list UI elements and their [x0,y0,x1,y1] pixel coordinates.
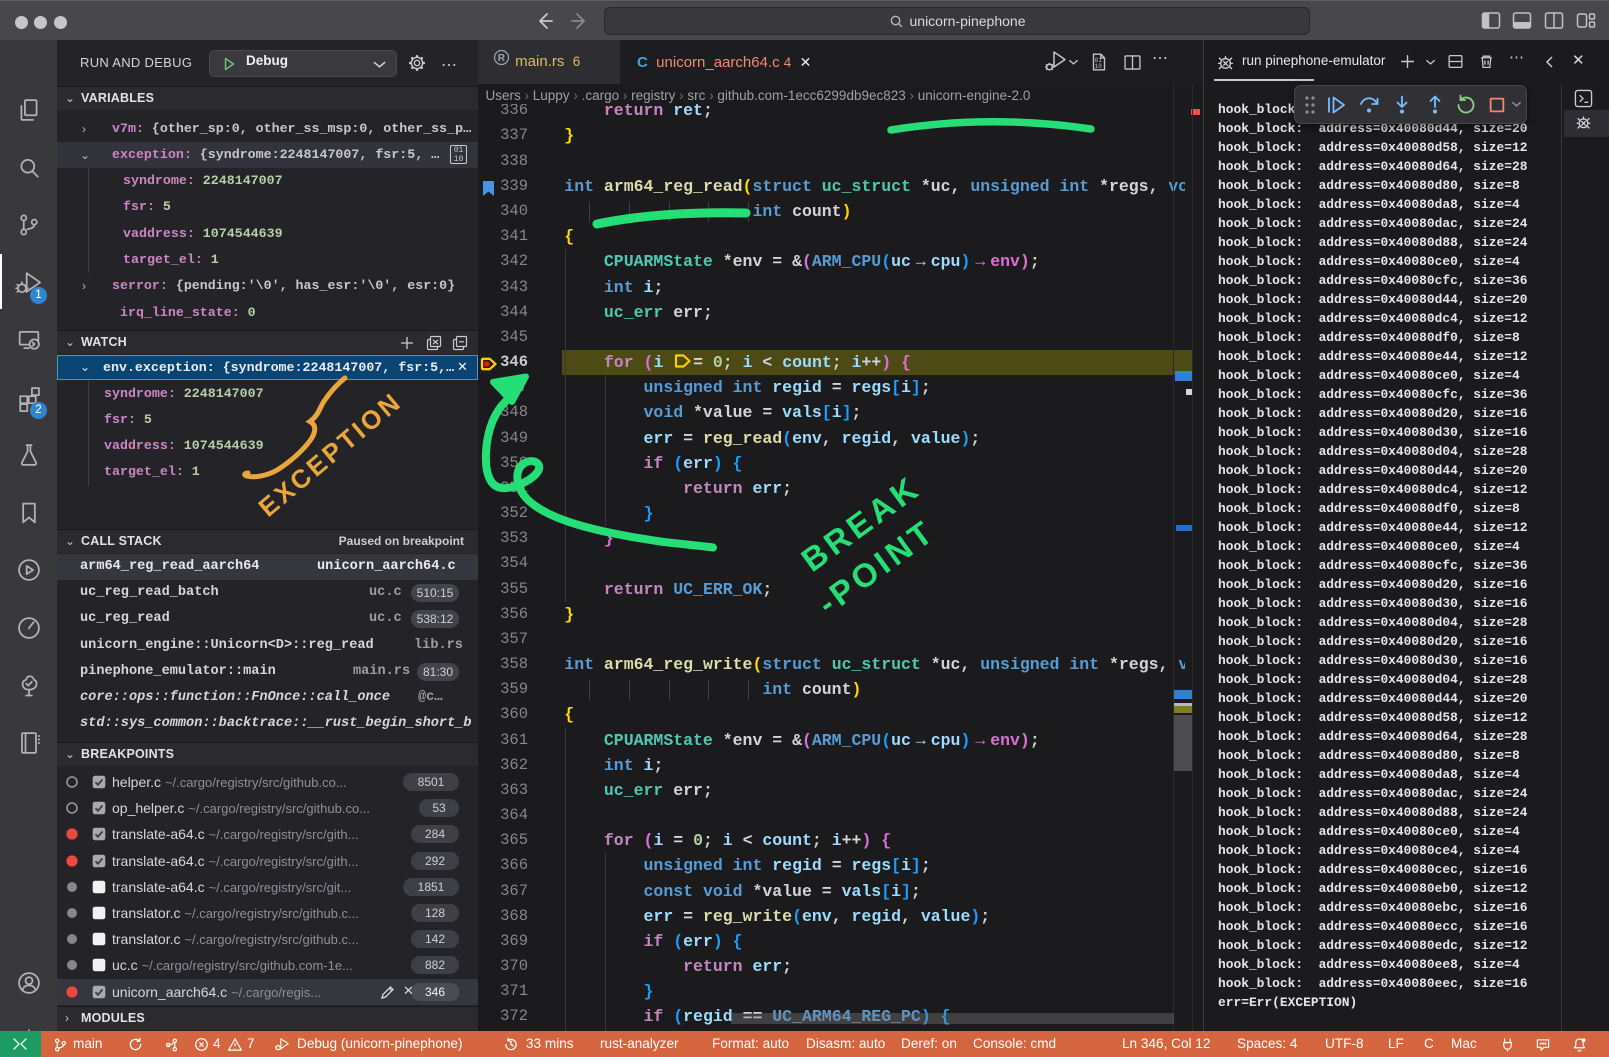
svg-text:R: R [498,53,506,64]
svg-text:10: 10 [1095,63,1103,70]
